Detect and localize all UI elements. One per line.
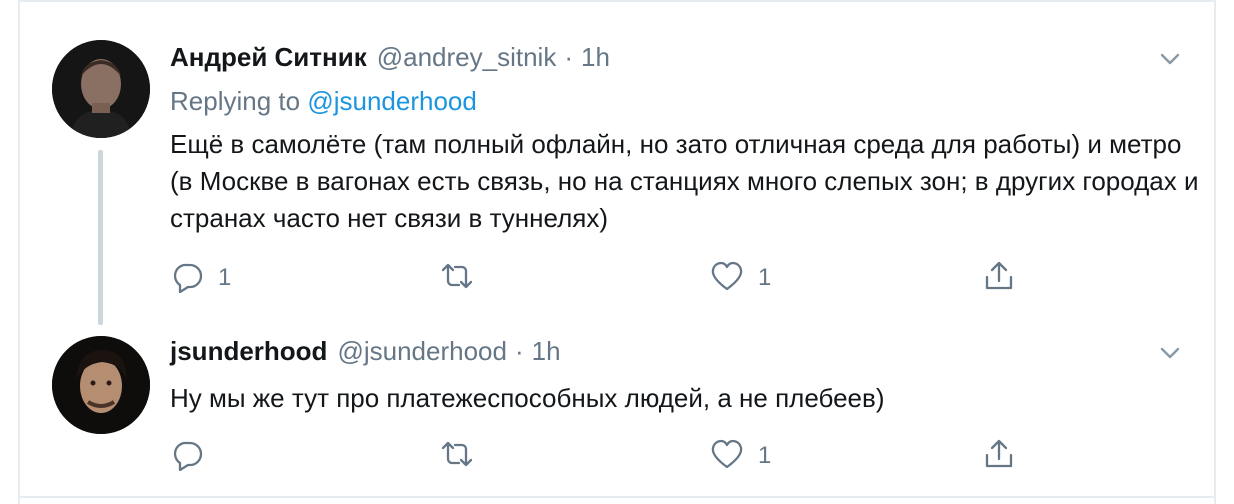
author-name[interactable]: jsunderhood <box>170 336 327 367</box>
timestamp[interactable]: 1h <box>532 336 561 367</box>
reply-button[interactable] <box>170 436 218 476</box>
separator-dot: · <box>514 336 524 366</box>
timeline: Андрей Ситник @andrey_sitnik · 1h Replyi… <box>0 0 1234 504</box>
reply-icon <box>170 437 204 476</box>
like-count: 1 <box>758 442 772 469</box>
tweet-text: Ну мы же тут про платежеспособных людей,… <box>170 383 885 413</box>
bottom-divider <box>18 496 1216 498</box>
share-button[interactable] <box>982 436 1016 476</box>
retweet-button[interactable] <box>440 436 488 476</box>
like-button[interactable]: 1 <box>710 436 771 476</box>
share-icon <box>982 437 1016 476</box>
tweet-header: jsunderhood @jsunderhood · 1h <box>170 336 561 376</box>
action-bar: 1 <box>170 436 1070 476</box>
tweet-jsunderhood[interactable]: jsunderhood @jsunderhood · 1h Ну мы же т… <box>0 0 1234 496</box>
avatar[interactable] <box>52 336 150 434</box>
author-handle[interactable]: @jsunderhood <box>337 336 507 367</box>
retweet-icon <box>440 437 474 476</box>
chevron-down-icon[interactable] <box>1155 338 1185 368</box>
like-icon <box>710 437 744 476</box>
